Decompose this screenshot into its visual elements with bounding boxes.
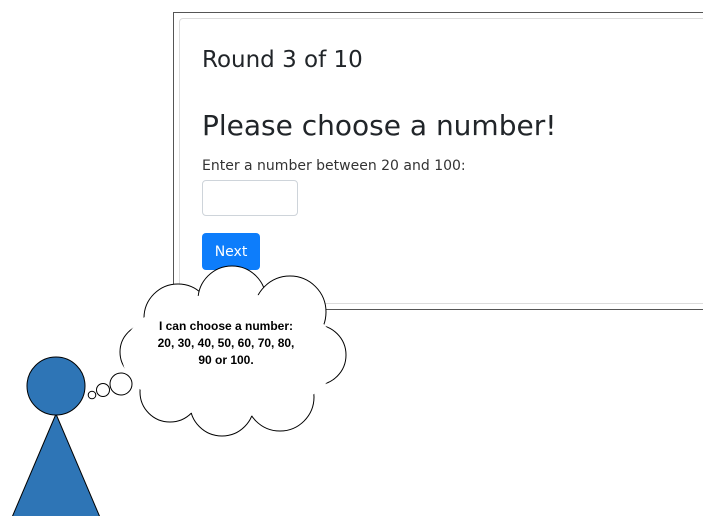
person-figure <box>12 356 100 516</box>
person-body <box>12 412 100 516</box>
person-head <box>26 356 86 416</box>
thought-bubble-text: I can choose a number: 20, 30, 40, 50, 6… <box>157 319 295 367</box>
thinking-person-illustration <box>12 265 347 516</box>
thought-trail-bubbles <box>87 372 133 400</box>
